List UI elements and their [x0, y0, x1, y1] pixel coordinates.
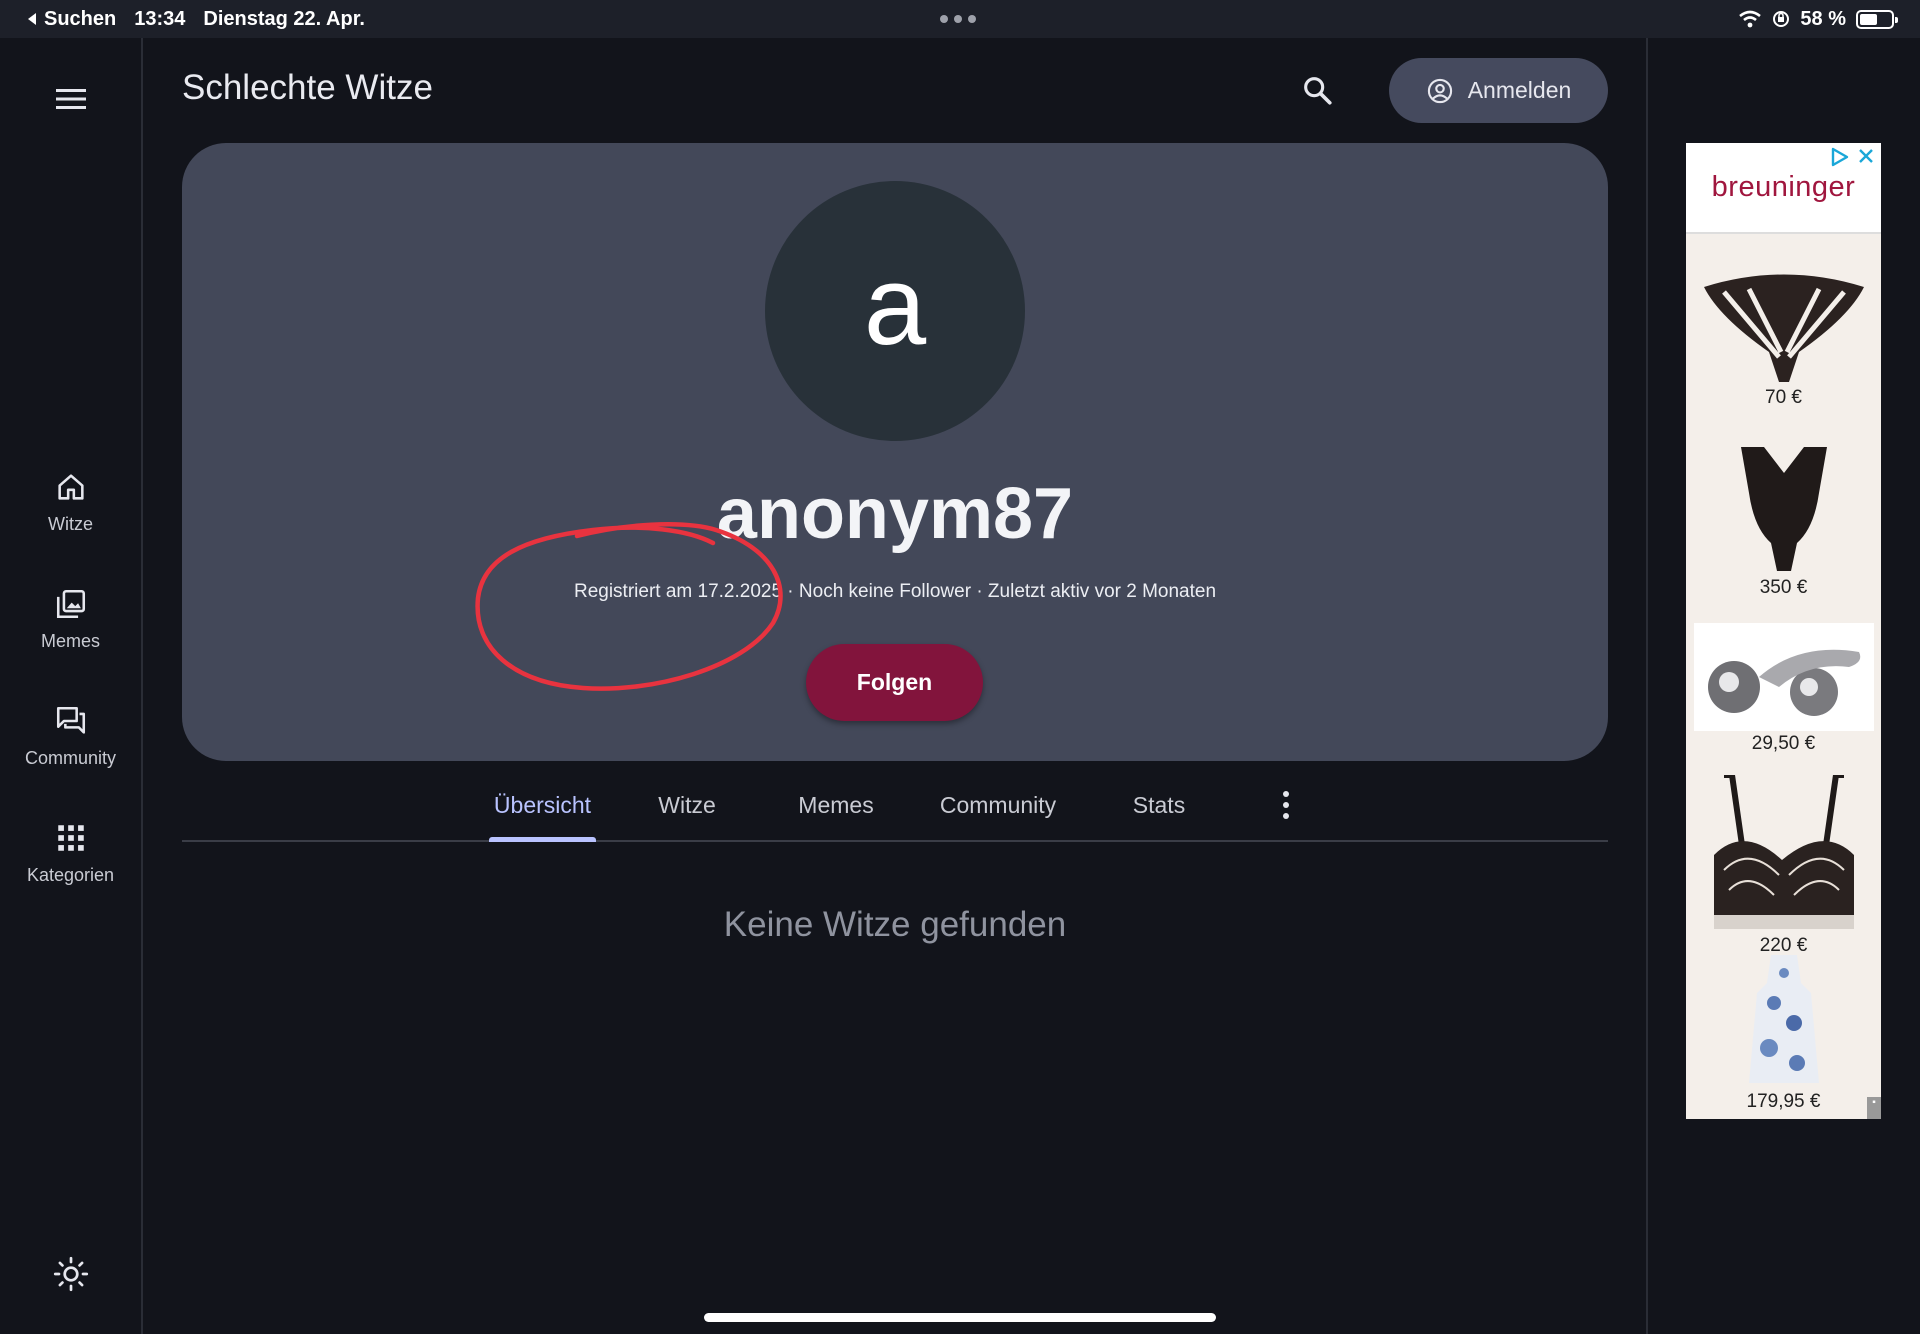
product-image-bra [1713, 775, 1854, 929]
orientation-lock-icon [1773, 11, 1790, 27]
home-icon [57, 474, 84, 500]
theme-toggle-button[interactable] [52, 1255, 90, 1293]
ad-banner[interactable]: breuninger 70 € 350 € 29,50 € 220 € 179,… [1686, 143, 1881, 1119]
tab-community[interactable]: Community [933, 770, 1063, 840]
ad-price: 29,50 € [1751, 733, 1816, 754]
battery-icon [1856, 9, 1898, 29]
more-vertical-icon [1283, 791, 1289, 819]
product-image-frame [1693, 623, 1874, 731]
annotation-circle [475, 522, 783, 691]
search-icon [1304, 77, 1332, 105]
battery-percent: 58 % [1800, 7, 1846, 30]
rail-item-community[interactable]: Community [0, 704, 141, 769]
ad-product[interactable]: 179,95 € [1686, 953, 1881, 1113]
rail-item-witze[interactable]: Witze [0, 470, 141, 535]
ad-price: 350 € [1759, 577, 1808, 598]
tab-witze[interactable]: Witze [652, 770, 722, 840]
login-button[interactable]: Anmelden [1389, 58, 1608, 123]
status-bar: Suchen 13:34 Dienstag 22. Apr. 58 % [0, 0, 1920, 38]
username: anonym87 [716, 474, 1074, 554]
ad-product[interactable]: 29,50 € [1686, 623, 1881, 755]
page-title: Schlechte Witze [182, 68, 433, 107]
status-time: 13:34 [134, 7, 186, 30]
gallery-icon [56, 589, 85, 619]
account-circle-icon [1427, 78, 1452, 103]
back-label: Suchen [44, 7, 117, 30]
rail-item-label: Community [24, 748, 117, 768]
adchoices-icon[interactable] [1829, 147, 1851, 167]
ad-corner-marker: ▪ [1867, 1097, 1881, 1119]
profile-meta: Registriert am 17.2.2025 · Noch keine Fo… [573, 581, 1217, 602]
empty-state-message: Keine Witze gefunden [723, 905, 1067, 944]
rail-item-label: Kategorien [26, 865, 115, 885]
ad-price: 179,95 € [1746, 1091, 1821, 1112]
tabs-more-button[interactable] [1264, 783, 1308, 827]
back-arrow-icon [28, 13, 36, 25]
status-date: Dienstag 22. Apr. [203, 7, 365, 30]
ad-header: breuninger [1686, 143, 1881, 234]
ad-product[interactable]: 350 € [1686, 443, 1881, 599]
rail-item-memes[interactable]: Memes [0, 587, 141, 652]
search-button[interactable] [1297, 70, 1337, 110]
close-icon[interactable] [1857, 147, 1875, 165]
profile-card: a anonym87 Registriert am 17.2.2025 · No… [182, 143, 1608, 761]
tab-uebersicht[interactable]: Übersicht [489, 770, 596, 842]
avatar-letter: a [863, 243, 927, 368]
multitasking-dots[interactable] [940, 15, 976, 23]
product-image-bodysuit [1740, 447, 1827, 571]
wifi-icon [1739, 10, 1762, 28]
rail-item-kategorien[interactable]: Kategorien [0, 821, 141, 886]
ad-product[interactable]: 220 € [1686, 775, 1881, 957]
ad-brand: breuninger [1711, 171, 1856, 203]
forum-icon [56, 706, 85, 734]
avatar: a [765, 181, 1025, 441]
product-image-roller [1707, 649, 1860, 716]
tab-stats[interactable]: Stats [1126, 770, 1192, 840]
back-to-search[interactable]: Suchen [26, 8, 116, 31]
product-image-dress [1748, 955, 1819, 1083]
follow-label: Folgen [856, 669, 933, 695]
rail-item-label: Memes [40, 631, 100, 651]
tab-memes[interactable]: Memes [795, 770, 877, 840]
ad-price: 70 € [1765, 387, 1802, 408]
home-indicator[interactable] [704, 1313, 1216, 1322]
profile-tabs: Übersicht Witze Memes Community Stats [182, 770, 1608, 842]
apps-grid-icon [57, 825, 84, 851]
follow-button[interactable]: Folgen [806, 644, 983, 721]
sun-icon [53, 1256, 89, 1292]
rail-item-label: Witze [48, 514, 93, 534]
nav-rail: Witze Memes Community Kategorien [0, 38, 143, 1334]
hamburger-menu-icon [56, 89, 86, 109]
product-image-briefs [1703, 274, 1864, 382]
menu-button[interactable] [52, 80, 90, 118]
login-label: Anmelden [1467, 77, 1572, 103]
ad-product[interactable]: 70 € [1686, 267, 1881, 409]
